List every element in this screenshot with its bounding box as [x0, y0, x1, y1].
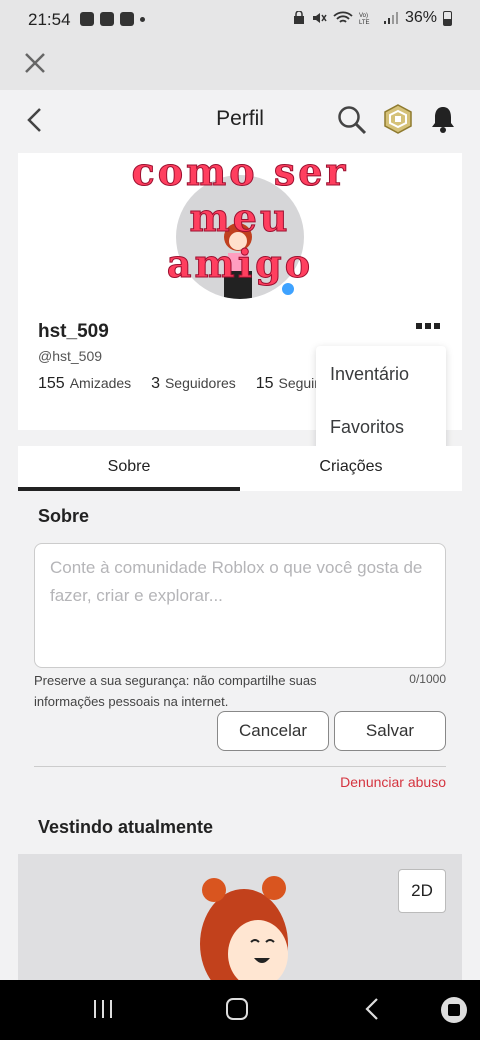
recent-apps-icon[interactable]	[92, 999, 114, 1019]
stat-count: 15	[255, 375, 274, 392]
lock-icon	[293, 11, 304, 24]
privacy-note: Preserve a sua segurança: não compartilh…	[34, 673, 317, 709]
battery-percentage: 36%	[404, 9, 437, 26]
dot-icon	[416, 323, 422, 329]
app-header: Perfil	[0, 90, 480, 150]
about-textarea-container	[34, 543, 446, 668]
system-navigation-bar	[0, 980, 480, 1040]
overlay-text-line: meu	[189, 195, 291, 241]
stat-followers[interactable]: 3 Seguidores	[151, 375, 236, 392]
close-icon[interactable]	[22, 50, 48, 76]
active-tab-indicator	[18, 487, 240, 491]
username-handle: @hst_509	[38, 348, 103, 364]
overlay-text-line: amigo	[166, 241, 314, 287]
avatar-preview[interactable]: 2D	[18, 854, 462, 980]
floating-window-icon[interactable]	[441, 997, 467, 1023]
menu-item-inventory[interactable]: Inventário	[330, 364, 409, 385]
about-input[interactable]	[50, 554, 430, 657]
avatar-3d-figure	[200, 876, 288, 980]
view-2d-toggle[interactable]: 2D	[398, 869, 446, 913]
svg-text:Vo): Vo)	[359, 13, 368, 19]
search-icon[interactable]	[336, 104, 368, 136]
menu-item-favorites[interactable]: Favoritos	[330, 417, 404, 438]
notification-bell-icon[interactable]	[430, 104, 456, 134]
robux-icon[interactable]	[383, 104, 413, 134]
svg-text:LTE: LTE	[359, 20, 370, 25]
signal-icon	[383, 12, 398, 24]
notification-icons	[80, 12, 145, 26]
wifi-icon	[333, 11, 353, 23]
battery-icon	[443, 10, 452, 26]
tab-creations[interactable]: Criações	[240, 458, 462, 476]
webview-close-bar	[0, 40, 480, 90]
tab-about[interactable]: Sobre	[18, 458, 240, 476]
stat-label: Amizades	[69, 375, 132, 391]
save-button[interactable]: Salvar	[334, 711, 446, 751]
profile-stats: 155Amizades 3Seguidores 15Seguindo	[38, 375, 318, 393]
about-section-title: Sobre	[38, 506, 90, 526]
status-time: 21:54	[28, 10, 71, 29]
stat-following[interactable]: 15Seguindo	[255, 375, 318, 392]
notification-icon	[100, 12, 114, 26]
divider	[34, 766, 446, 767]
overlay-text-line: como ser	[131, 149, 349, 195]
cancel-button[interactable]: Cancelar	[217, 711, 329, 751]
stat-label: Seguidores	[164, 375, 236, 391]
mute-icon	[312, 13, 327, 23]
notification-icon	[120, 12, 134, 26]
profile-tabs: Sobre Criações	[18, 446, 462, 491]
stat-friends[interactable]: 155 Amizades	[38, 375, 132, 392]
stat-count: 3	[151, 375, 160, 392]
display-name: hst_509	[38, 321, 109, 342]
volte-icon: Vo)LTE	[359, 13, 370, 25]
home-icon[interactable]	[226, 998, 248, 1020]
dot-icon	[425, 323, 431, 329]
more-notifications-icon	[140, 17, 145, 22]
notification-icon	[80, 12, 94, 26]
character-counter: 0/1000	[409, 672, 446, 686]
stat-count: 155	[38, 375, 65, 392]
currently-wearing-title: Vestindo atualmente	[38, 817, 214, 837]
dot-icon	[434, 323, 440, 329]
more-options-menu: Inventário Favoritos	[316, 346, 446, 454]
status-bar: 21:54 Vo) LTE 36%	[0, 0, 480, 40]
report-abuse-link[interactable]: Denunciar abuso	[340, 774, 446, 790]
system-back-icon[interactable]	[364, 997, 380, 1021]
more-options-button[interactable]	[416, 323, 440, 333]
stat-label: Seguindo	[278, 375, 318, 391]
system-status: Vo) LTE 36%	[293, 9, 452, 27]
